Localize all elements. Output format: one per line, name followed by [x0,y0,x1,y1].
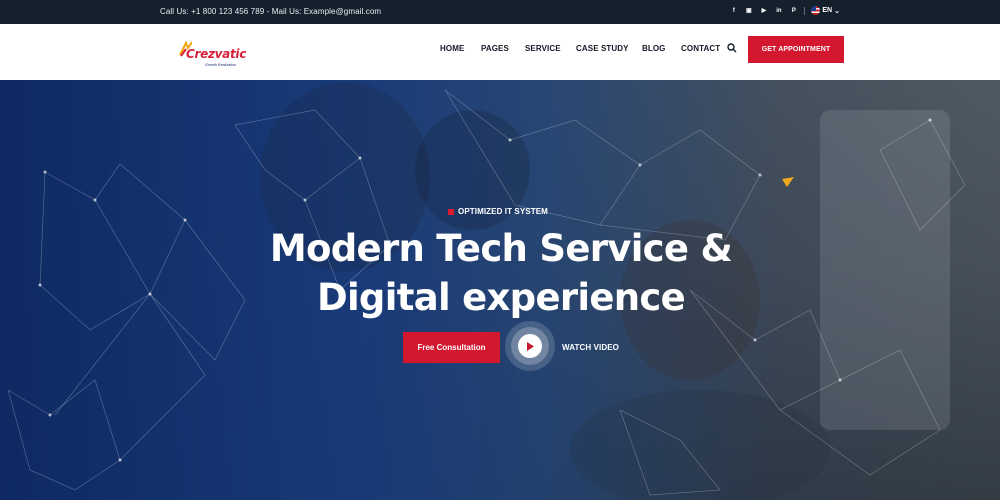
nav-blog[interactable]: BLOG [642,44,666,53]
chevron-down-icon: ⌄ [834,7,840,15]
linkedin-icon[interactable]: in [774,6,783,15]
logo-name: Crezvatic [186,47,247,61]
search-icon[interactable] [727,43,737,53]
hero-section: OPTIMIZED IT SYSTEM Modern Tech Service … [0,80,1000,500]
brand-logo[interactable]: Crezvatic Growth Realization [178,41,248,69]
youtube-icon[interactable]: ▶ [759,6,768,15]
nav-pages[interactable]: PAGES [481,44,509,53]
logo-tagline: Growth Realization [205,63,237,67]
free-consultation-button[interactable]: Free Consultation [403,332,500,363]
facebook-icon[interactable]: f [729,6,738,15]
nav-service[interactable]: SERVICE [525,44,561,53]
site-header: Crezvatic Growth Realization HOME PAGES … [0,24,1000,80]
nav-case-study[interactable]: CASE STUDY [576,44,629,53]
play-triangle-icon [527,341,534,351]
get-appointment-button[interactable]: GET APPOINTMENT [748,36,844,63]
top-bar: Call Us: +1 800 123 456 789 - Mail Us: E… [0,0,1000,24]
play-video-button[interactable] [505,321,555,371]
language-selector[interactable]: EN ⌄ [811,6,840,15]
pinterest-icon[interactable]: P [789,6,798,15]
logo-text: Crezvatic [186,47,246,61]
social-links: f ▣ ▶ in P EN ⌄ [729,6,840,15]
hero-eyebrow-text: OPTIMIZED IT SYSTEM [458,207,548,216]
decorative-triangle-icon [782,177,794,187]
nav-contact[interactable]: CONTACT [681,44,720,53]
contact-text: Call Us: +1 800 123 456 789 - Mail Us: E… [160,7,382,16]
red-dot-icon [448,208,454,215]
hero-title-line-2: Digital experience [316,276,686,319]
topbar-divider [804,6,806,15]
language-label: EN [822,7,833,14]
watch-video-link[interactable]: WATCH VIDEO [562,343,619,352]
hero-eyebrow: OPTIMIZED IT SYSTEM [448,207,548,216]
play-icon [518,334,542,358]
hero-title: Modern Tech Service & Digital experience [254,224,748,322]
hero-title-line-1: Modern Tech Service & [269,227,733,270]
linkedin-icon[interactable]: ▣ [744,6,753,15]
flag-icon [811,6,821,15]
nav-home[interactable]: HOME [440,44,464,53]
